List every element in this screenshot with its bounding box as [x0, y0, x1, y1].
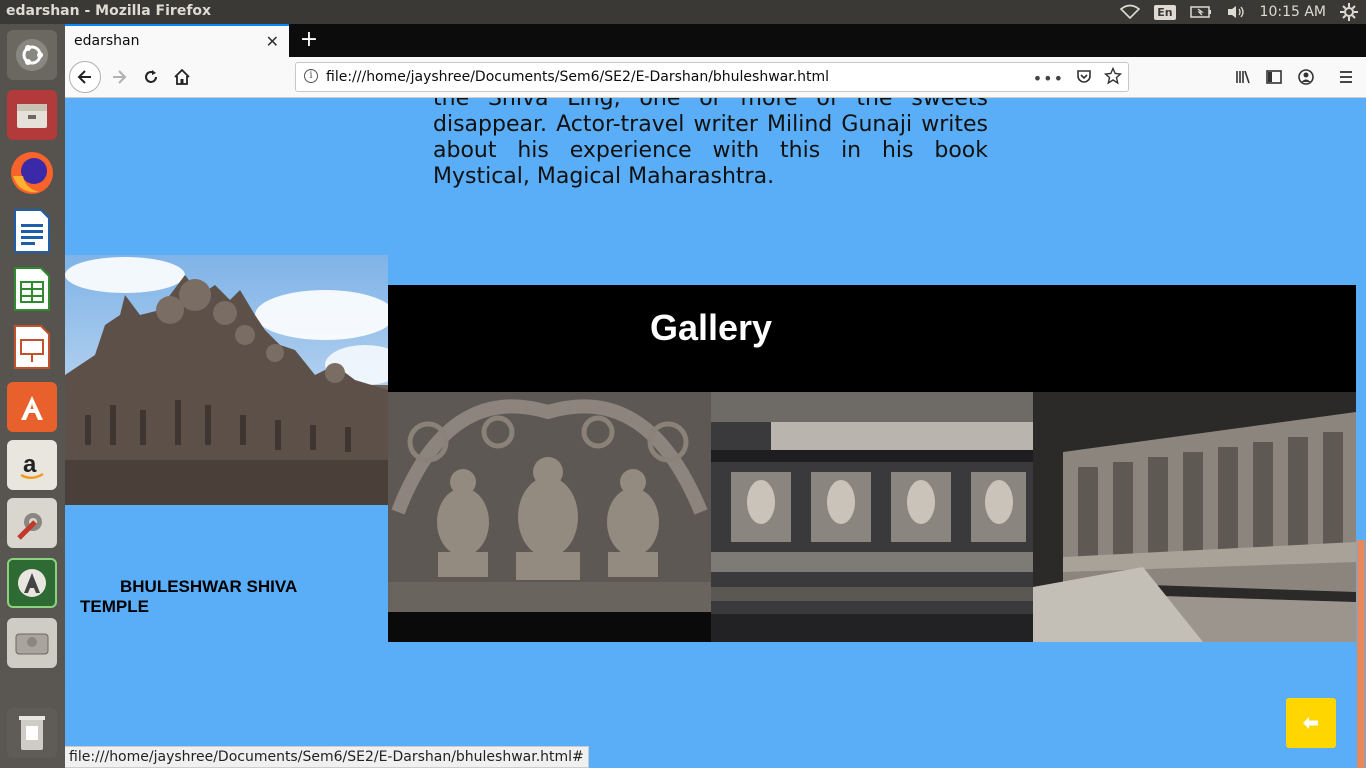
clock[interactable]: 10:15 AM — [1260, 4, 1326, 20]
bookmark-star-icon[interactable] — [1103, 66, 1123, 89]
web-page: the Shiva Ling, one or more of the sweet… — [65, 98, 1356, 768]
writer-icon[interactable] — [7, 206, 57, 256]
software-center-icon[interactable] — [7, 382, 57, 432]
wifi-icon[interactable] — [1120, 4, 1141, 20]
gallery-image-carved-deities[interactable] — [388, 392, 711, 642]
files-icon[interactable] — [7, 90, 57, 140]
gallery-image-carved-niches[interactable] — [711, 392, 1033, 642]
go-back-button[interactable] — [1286, 698, 1336, 748]
system-settings-icon[interactable] — [7, 498, 57, 548]
gallery-image-carved-frieze[interactable] — [1033, 392, 1356, 642]
drive-icon[interactable] — [7, 618, 57, 668]
reload-button[interactable] — [135, 61, 167, 93]
tab-edarshan[interactable]: edarshan ✕ — [65, 24, 289, 57]
software-updater-icon[interactable] — [7, 558, 57, 608]
calc-icon[interactable] — [7, 264, 57, 314]
svg-text:a: a — [23, 451, 37, 478]
library-button[interactable] — [1227, 61, 1259, 93]
hamburger-menu-icon[interactable] — [1330, 61, 1362, 93]
left-arrow-icon — [1303, 714, 1319, 733]
trash-icon[interactable] — [7, 708, 57, 758]
temple-description-text: the Shiva Ling, one or more of the sweet… — [433, 98, 988, 189]
amazon-icon[interactable]: a — [7, 440, 57, 490]
back-button[interactable] — [69, 61, 101, 93]
close-tab-icon[interactable]: ✕ — [266, 32, 279, 51]
app-launcher: a — [0, 24, 65, 768]
url-text[interactable]: file:///home/jayshree/Documents/Sem6/SE2… — [326, 69, 829, 85]
url-bar[interactable]: i file:///home/jayshree/Documents/Sem6/S… — [295, 62, 1129, 92]
new-tab-button[interactable]: + — [297, 27, 321, 52]
home-button[interactable] — [166, 61, 198, 93]
window-title: edarshan - Mozilla Firefox — [6, 3, 212, 19]
ubuntu-dash-icon[interactable] — [7, 30, 57, 80]
impress-icon[interactable] — [7, 322, 57, 372]
gallery-header: Gallery — [388, 285, 1356, 392]
temple-caption: BHULESHWAR SHIVA TEMPLE — [80, 577, 297, 616]
scrollbar-thumb[interactable] — [1357, 540, 1365, 768]
account-icon[interactable] — [1290, 61, 1322, 93]
page-scrollbar[interactable] — [1356, 98, 1366, 768]
system-tray: En 10:15 AM — [1120, 0, 1358, 24]
temple-photo — [65, 255, 388, 505]
link-status-bar: file:///home/jayshree/Documents/Sem6/SE2… — [65, 746, 589, 768]
firefox-icon[interactable] — [7, 148, 57, 198]
navigation-toolbar: i file:///home/jayshree/Documents/Sem6/S… — [65, 57, 1366, 98]
os-top-panel: edarshan - Mozilla Firefox En 10:15 AM — [0, 0, 1366, 24]
volume-icon[interactable] — [1226, 4, 1246, 20]
sidebar-toggle-button[interactable] — [1258, 61, 1290, 93]
settings-gear-icon[interactable] — [1340, 3, 1358, 21]
page-info-icon[interactable]: i — [304, 69, 318, 83]
page-actions-icon[interactable]: ••• — [1033, 69, 1064, 88]
forward-button[interactable] — [103, 61, 135, 93]
keyboard-layout-indicator[interactable]: En — [1154, 4, 1176, 20]
gallery-title: Gallery — [650, 307, 773, 348]
pocket-icon[interactable] — [1076, 68, 1092, 88]
battery-icon[interactable] — [1189, 5, 1212, 19]
tab-strip: edarshan ✕ + — [65, 24, 1366, 57]
tab-title: edarshan — [74, 33, 140, 49]
